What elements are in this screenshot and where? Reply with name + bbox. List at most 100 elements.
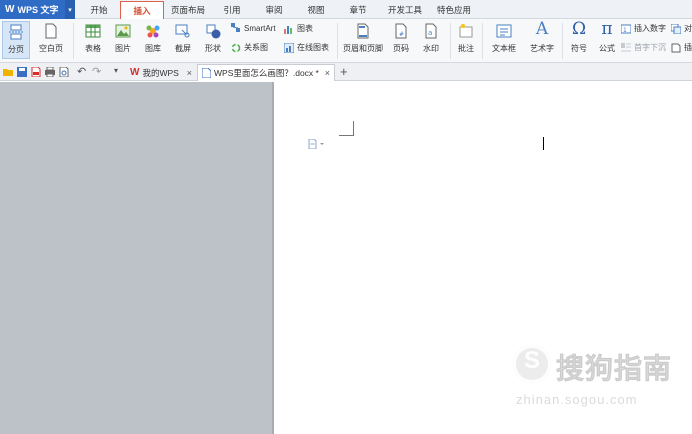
wordart-button[interactable]: A 艺术字	[524, 21, 560, 54]
open-folder-icon[interactable]	[3, 67, 13, 77]
app-name: WPS 文字	[17, 5, 59, 15]
paste-options-icon[interactable]	[308, 139, 328, 149]
tab-section[interactable]: 章节	[340, 0, 376, 19]
page-number-label: 页码	[393, 44, 409, 53]
save-icon[interactable]	[17, 67, 27, 77]
page-number-button[interactable]: # 页码	[388, 23, 414, 54]
wordart-label: 艺术字	[530, 44, 554, 53]
document-tab-bar: ↶ ↷ ▾ W 我的WPS × WPS里面怎么画图？.docx * × +	[0, 63, 692, 81]
textbox-label: 文本框	[492, 44, 516, 53]
page-break-button[interactable]: 分页	[2, 21, 30, 59]
tab-current-document[interactable]: WPS里面怎么画图？.docx * ×	[197, 64, 335, 81]
header-footer-button[interactable]: 页眉和页脚	[340, 23, 386, 54]
object-button[interactable]: 对	[671, 23, 692, 34]
drop-cap-icon	[621, 42, 631, 51]
smartart-icon	[231, 23, 240, 32]
blank-page-button[interactable]: 空白页	[34, 23, 68, 54]
tab-home[interactable]: 开始	[80, 0, 118, 19]
page-number-icon: #	[395, 23, 407, 39]
text-cursor	[543, 137, 544, 150]
document-icon	[202, 68, 211, 78]
tab-review[interactable]: 审阅	[256, 0, 292, 19]
tab-page-layout[interactable]: 页面布局	[166, 0, 210, 19]
comment-button[interactable]: 批注	[454, 23, 478, 54]
margin-corner-mark	[339, 135, 354, 136]
online-chart-icon	[284, 42, 294, 53]
watermark-logo-letter: S	[524, 347, 541, 374]
chart-button[interactable]: 图表	[284, 23, 313, 34]
table-icon	[85, 24, 101, 38]
drop-cap-button[interactable]: 首字下沉	[621, 42, 666, 53]
screenshot-label: 截屏	[175, 44, 191, 53]
textbox-button[interactable]: 文本框	[486, 23, 522, 54]
screenshot-button[interactable]: 截屏	[169, 23, 197, 54]
gallery-icon	[146, 25, 160, 38]
app-menu-caret-icon[interactable]: ▾	[65, 0, 75, 19]
textbox-icon	[496, 24, 512, 38]
pi-formula-icon: π	[601, 19, 613, 39]
tab-my-wps[interactable]: W 我的WPS ×	[126, 64, 196, 81]
ribbon-separator	[562, 23, 563, 59]
insert-number-button[interactable]: 1 插入数字	[621, 23, 666, 34]
table-button[interactable]: 表格	[79, 23, 107, 54]
undo-icon[interactable]: ↶	[77, 65, 87, 78]
blank-page-icon	[45, 23, 57, 39]
close-tab-icon[interactable]: ×	[325, 68, 330, 78]
object-label: 对	[684, 24, 692, 33]
chart-icon	[284, 25, 292, 34]
print-preview-icon[interactable]	[59, 67, 69, 77]
tab-references[interactable]: 引用	[214, 0, 250, 19]
comment-label: 批注	[458, 44, 474, 53]
tab-developer[interactable]: 开发工具	[382, 0, 428, 19]
title-tab-bar: W WPS 文字 ▾ 开始 插入 页面布局 引用 审阅 视图 章节 开发工具 特…	[0, 0, 692, 20]
close-tab-icon[interactable]: ×	[187, 68, 192, 78]
watermark-text: 搜狗指南	[556, 353, 673, 385]
quick-access-dropdown-icon[interactable]: ▾	[114, 66, 124, 76]
symbol-button[interactable]: Ω 符号	[565, 21, 593, 54]
online-chart-label: 在线图表	[297, 43, 329, 52]
tab-my-wps-label: 我的WPS	[142, 67, 179, 78]
object-icon	[671, 23, 681, 34]
wps-red-logo-icon: W	[130, 67, 140, 78]
tab-current-document-label: WPS里面怎么画图？.docx *	[214, 68, 319, 78]
comment-icon	[459, 24, 473, 38]
new-tab-plus-icon[interactable]: +	[340, 64, 348, 79]
tab-special[interactable]: 特色应用	[432, 0, 476, 19]
insert-number-label: 插入数字	[634, 24, 666, 33]
chart-label: 图表	[297, 24, 313, 33]
ribbon-toolbar: 分页 空白页 表格 图片 图库 截屏 形状 SmartArt 关系图 图表 在线…	[0, 19, 692, 63]
workspace-background	[0, 82, 272, 434]
tab-insert[interactable]: 插入	[120, 1, 164, 20]
header-footer-label: 页眉和页脚	[343, 44, 383, 53]
watermark-button[interactable]: a 水印	[417, 23, 445, 54]
table-label: 表格	[85, 44, 101, 53]
app-menu-button[interactable]: W WPS 文字 ▾	[0, 0, 75, 19]
watermark-url: zhinan.sogou.com	[516, 392, 638, 407]
online-chart-button[interactable]: 在线图表	[284, 42, 329, 53]
ribbon-separator	[450, 23, 451, 59]
picture-button[interactable]: 图片	[109, 23, 137, 54]
margin-corner-mark	[353, 121, 354, 135]
smartart-button[interactable]: SmartArt	[231, 23, 276, 33]
formula-label: 公式	[599, 44, 615, 53]
smartart-label: SmartArt	[244, 23, 276, 33]
picture-label: 图片	[115, 44, 131, 53]
export-pdf-icon[interactable]	[31, 67, 41, 77]
tab-view[interactable]: 视图	[298, 0, 334, 19]
svg-text:a: a	[428, 29, 432, 37]
symbol-label: 符号	[571, 44, 587, 53]
redo-icon[interactable]: ↷	[92, 65, 102, 78]
sogou-watermark: S 搜狗指南 zhinan.sogou.com	[512, 344, 692, 414]
insert-more-button[interactable]: 插	[671, 42, 692, 53]
formula-button[interactable]: π 公式	[595, 21, 619, 54]
insert-number-icon: 1	[621, 24, 631, 34]
relation-chart-button[interactable]: 关系图	[231, 42, 268, 53]
ribbon-separator	[482, 23, 483, 59]
watermark-label: 水印	[423, 44, 439, 53]
omega-symbol-icon: Ω	[571, 19, 587, 39]
gallery-button[interactable]: 图库	[139, 23, 167, 54]
print-icon[interactable]	[45, 67, 55, 77]
shape-button[interactable]: 形状	[199, 23, 227, 54]
relation-chart-label: 关系图	[244, 43, 268, 52]
drop-cap-label: 首字下沉	[634, 43, 666, 52]
